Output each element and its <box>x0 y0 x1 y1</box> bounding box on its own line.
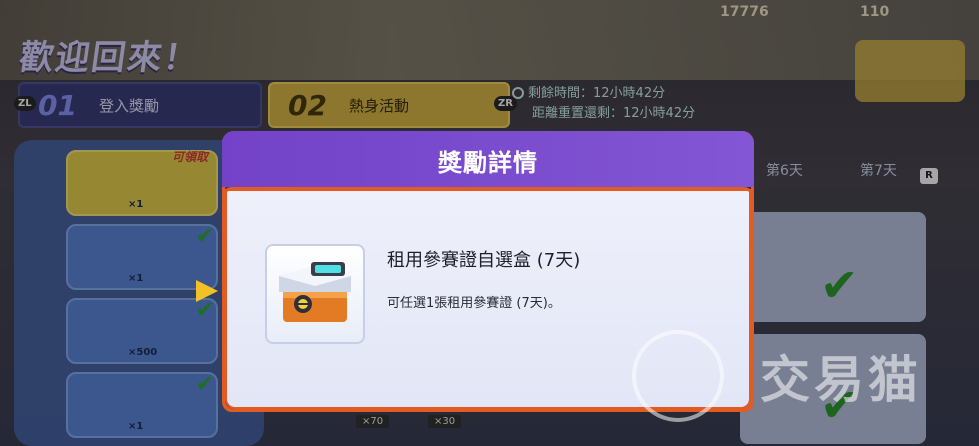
item-tile <box>265 244 365 344</box>
watermark: 交易猫 <box>632 330 962 426</box>
item-name: 租用參賽證自選盒 (7天) <box>387 250 581 271</box>
modal-title: 獎勵詳情 <box>438 149 538 177</box>
item-description: 可任選1張租用參賽證 (7天)。 <box>387 296 561 311</box>
cat-logo-icon <box>632 330 724 422</box>
modal-header: 獎勵詳情 <box>222 131 754 187</box>
ticket-box-icon <box>279 262 351 322</box>
pointer-arrow-icon <box>196 280 218 302</box>
watermark-text: 交易猫 <box>760 351 922 409</box>
